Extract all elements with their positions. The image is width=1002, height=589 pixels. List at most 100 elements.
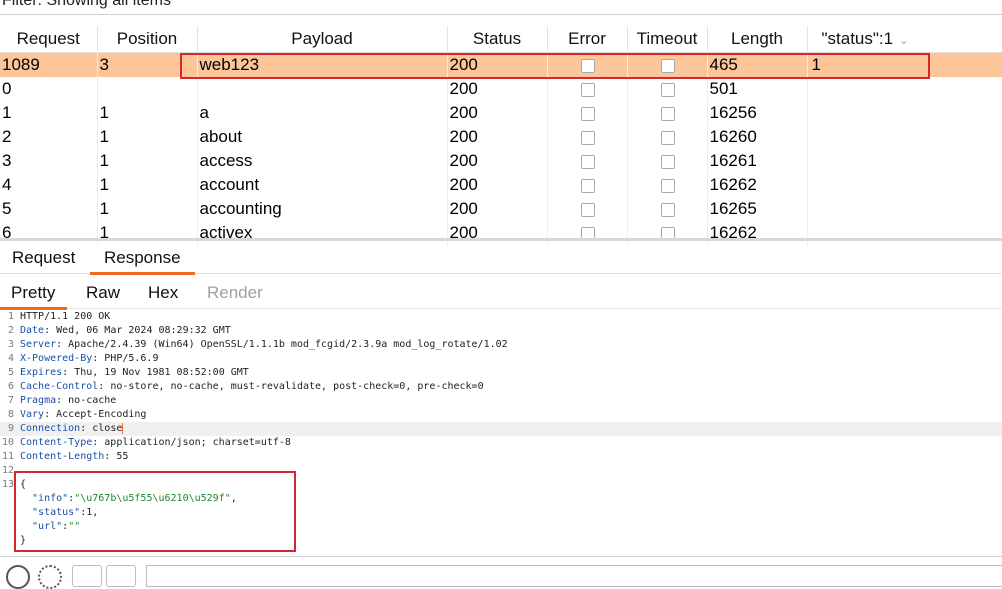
timeout-checkbox <box>661 106 675 121</box>
col-extract[interactable]: "status":1 ⌄ <box>807 26 1002 53</box>
error-checkbox <box>581 130 595 145</box>
cell-extract <box>807 173 1002 197</box>
cell-payload: a <box>197 101 448 125</box>
table-row[interactable]: 5 1 accounting 200 16265 <box>0 197 1002 221</box>
cell-payload: about <box>197 125 448 149</box>
cell-status: 200 <box>447 125 548 149</box>
cell-extract <box>807 101 1002 125</box>
cell-request: 5 <box>0 197 98 221</box>
col-extract-label: "status":1 <box>821 29 894 48</box>
table-row[interactable]: 2 1 about 200 16260 <box>0 125 1002 149</box>
cell-extract <box>807 77 1002 101</box>
cell-request: 3 <box>0 149 98 173</box>
code-line: 5 Expires: Thu, 19 Nov 1981 08:52:00 GMT <box>7 367 249 378</box>
error-checkbox <box>581 202 595 217</box>
timeout-checkbox <box>661 82 675 97</box>
code-line: 8 Vary: Accept-Encoding <box>7 409 147 420</box>
cell-status: 200 <box>447 149 548 173</box>
cell-payload <box>197 77 448 101</box>
json-body-highlight <box>14 471 296 552</box>
table-row[interactable]: 3 1 access 200 16261 <box>0 149 1002 173</box>
search-input[interactable] <box>146 565 1002 587</box>
cell-error <box>547 101 628 125</box>
error-checkbox <box>581 106 595 121</box>
table-header: Request Position Payload Status Error Ti… <box>0 26 1002 53</box>
error-checkbox <box>581 82 595 97</box>
forward-button[interactable] <box>106 565 136 587</box>
view-tabs: Pretty Raw Hex Render <box>0 276 1002 310</box>
tab-response[interactable]: Response <box>90 248 195 275</box>
table-row[interactable]: 0 200 501 <box>0 77 1002 101</box>
tab-render[interactable]: Render <box>207 283 263 303</box>
code-line: 1 HTTP/1.1 200 OK <box>7 311 111 322</box>
cell-request: 2 <box>0 125 98 149</box>
col-request[interactable]: Request <box>0 26 98 53</box>
col-position[interactable]: Position <box>97 26 198 53</box>
cell-error <box>547 197 628 221</box>
tab-request[interactable]: Request <box>12 248 75 268</box>
code-line: 11 Content-Length: 55 <box>1 451 129 462</box>
cell-request: 4 <box>0 173 98 197</box>
code-line-current: 9 Connection: close <box>0 422 1002 436</box>
cell-request: 0 <box>0 77 98 101</box>
code-line: 4 X-Powered-By: PHP/5.6.9 <box>7 353 159 364</box>
cell-extract <box>807 149 1002 173</box>
cell-error <box>547 173 628 197</box>
cell-status: 200 <box>447 101 548 125</box>
filter-bar[interactable]: Filter: Showing all items <box>0 0 1002 15</box>
bottom-toolbar <box>0 556 1002 589</box>
col-error[interactable]: Error <box>547 26 628 53</box>
cell-length: 16265 <box>707 197 808 221</box>
cell-position: 1 <box>97 197 198 221</box>
col-length[interactable]: Length <box>707 26 808 53</box>
timeout-checkbox <box>661 130 675 145</box>
cell-status: 200 <box>447 173 548 197</box>
cell-length: 501 <box>707 77 808 101</box>
table-row[interactable]: 1 1 a 200 16256 <box>0 101 1002 125</box>
back-button[interactable] <box>72 565 102 587</box>
code-line: 3 Server: Apache/2.4.39 (Win64) OpenSSL/1… <box>7 339 508 350</box>
cell-timeout <box>627 197 708 221</box>
error-checkbox <box>581 178 595 193</box>
tab-hex[interactable]: Hex <box>148 283 178 303</box>
error-checkbox <box>581 154 595 169</box>
cell-request: 1089 <box>0 52 98 77</box>
message-tabs: Request Response <box>0 241 1002 275</box>
cell-status: 200 <box>447 77 548 101</box>
cell-position: 1 <box>97 149 198 173</box>
tab-raw[interactable]: Raw <box>86 283 120 303</box>
timeout-checkbox <box>661 202 675 217</box>
code-line: 2 Date: Wed, 06 Mar 2024 08:29:32 GMT <box>7 325 231 336</box>
cell-timeout <box>627 101 708 125</box>
filter-label: Filter: Showing all items <box>2 0 171 9</box>
cell-extract <box>807 197 1002 221</box>
cell-error <box>547 125 628 149</box>
cell-payload: accounting <box>197 197 448 221</box>
cell-error <box>547 77 628 101</box>
col-status[interactable]: Status <box>447 26 548 53</box>
code-line: 7 Pragma: no-cache <box>7 395 117 406</box>
cell-length: 16262 <box>707 173 808 197</box>
cell-length: 16256 <box>707 101 808 125</box>
text-caret <box>122 422 124 434</box>
table-row[interactable]: 4 1 account 200 16262 <box>0 173 1002 197</box>
cell-timeout <box>627 149 708 173</box>
cell-timeout <box>627 125 708 149</box>
cell-payload: access <box>197 149 448 173</box>
cell-extract <box>807 125 1002 149</box>
cell-length: 16260 <box>707 125 808 149</box>
cell-position: 1 <box>97 173 198 197</box>
timeout-checkbox <box>661 154 675 169</box>
timeout-checkbox <box>661 178 675 193</box>
cell-position: 1 <box>97 125 198 149</box>
cell-status: 200 <box>447 197 548 221</box>
cell-payload: account <box>197 173 448 197</box>
cell-length: 16261 <box>707 149 808 173</box>
chevron-down-icon: ⌄ <box>899 35 909 47</box>
col-timeout[interactable]: Timeout <box>627 26 708 53</box>
tab-pretty[interactable]: Pretty <box>0 283 68 310</box>
code-line: 10 Content-Type: application/json; charse… <box>1 437 291 448</box>
col-payload[interactable]: Payload <box>197 26 448 53</box>
cell-position <box>97 77 198 101</box>
cell-error <box>547 149 628 173</box>
